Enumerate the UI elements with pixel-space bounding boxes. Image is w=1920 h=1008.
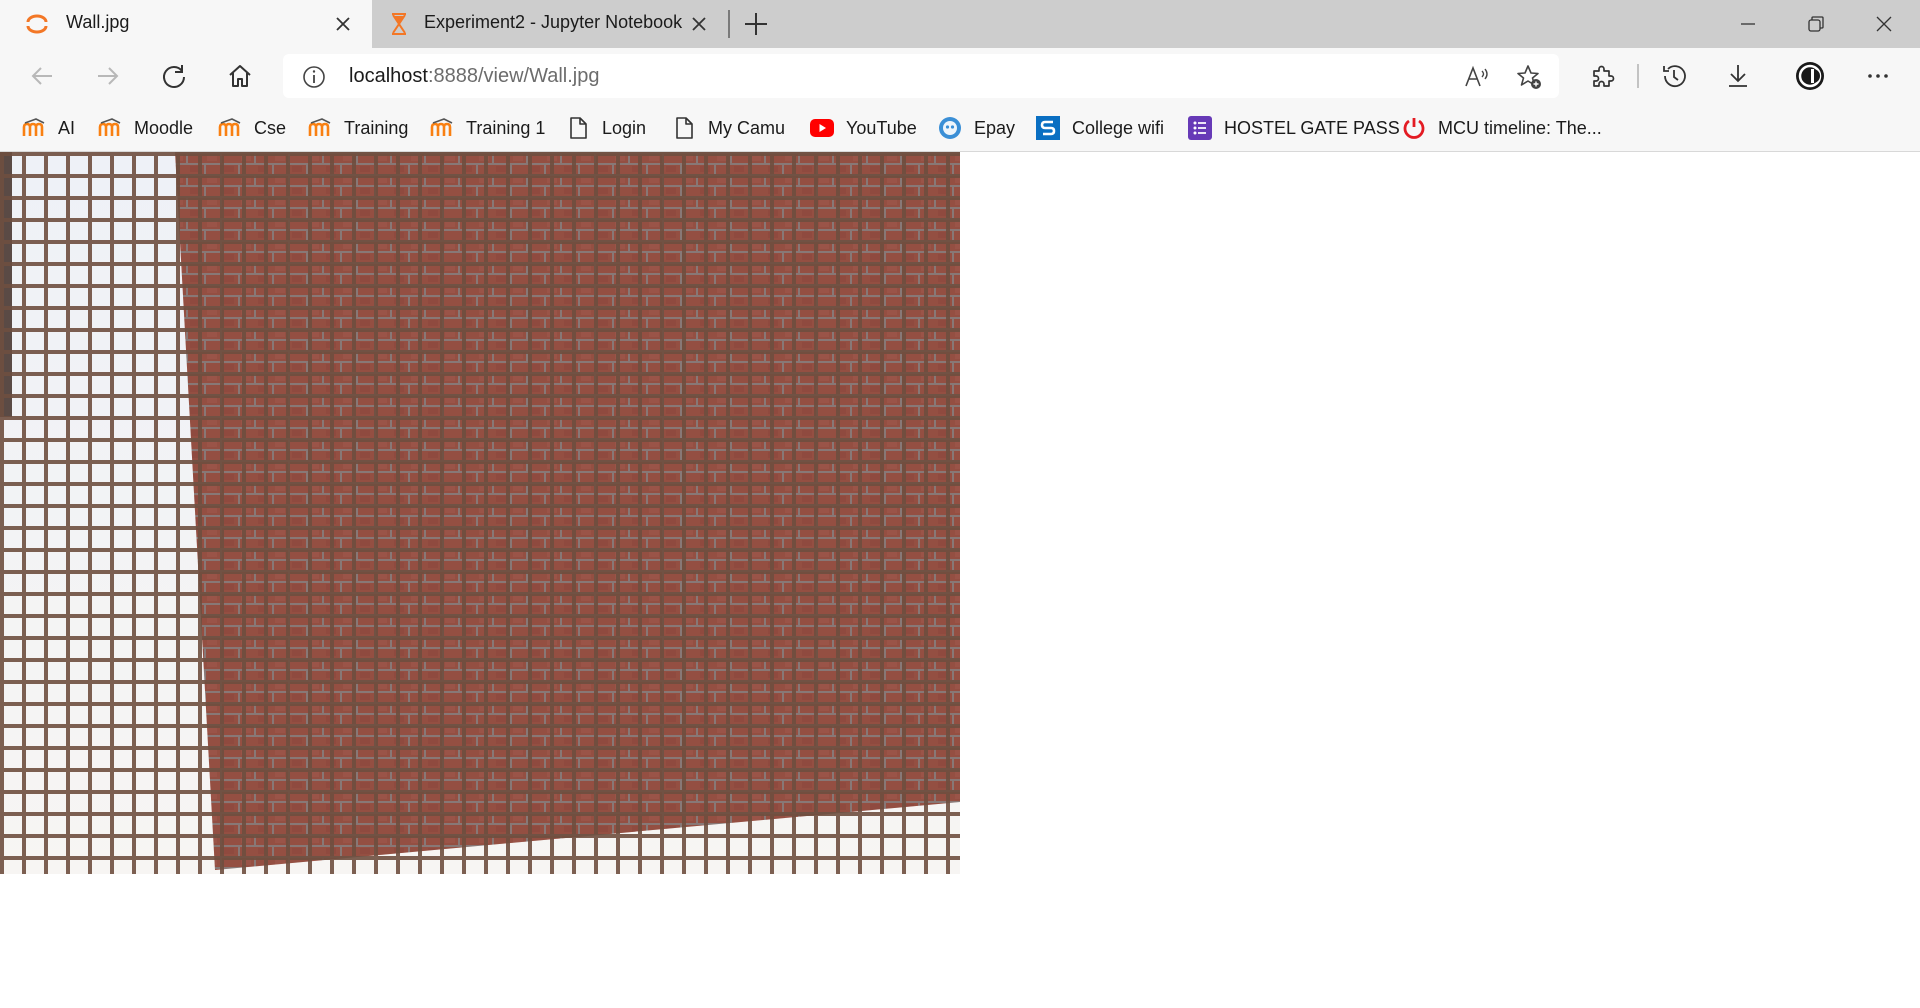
url-text[interactable]: localhost:8888/view/Wall.jpg [349,65,600,88]
bookmark-label: Cse [254,117,287,138]
bookmark-epay[interactable]: Epay [938,114,1015,142]
bookmark-label: College wifi [1072,117,1165,138]
read-aloud-icon[interactable] [1463,63,1491,91]
add-favorite-icon[interactable] [1515,63,1543,91]
navigation-toolbar: localhost:8888/view/Wall.jpg [0,48,1920,104]
bookmark-label: Training [344,117,409,138]
favorites-bar: AI Moodle Cse Training Training 1 Login … [0,104,1920,152]
bookmark-college-wifi[interactable]: College wifi [1036,114,1164,142]
url-host: localhost [349,65,428,87]
page-icon [672,116,696,140]
close-tab-icon[interactable] [332,13,354,35]
info-icon[interactable] [301,64,327,90]
bookmark-label: HOSTEL GATE PASS [1224,117,1400,138]
bookmark-label: MCU timeline: The... [1438,117,1602,138]
bookmark-ai[interactable]: AI [22,114,75,142]
page-icon [566,116,590,140]
refresh-button[interactable] [158,60,190,92]
tab-divider [728,10,730,38]
moodle-icon [430,116,454,140]
home-button[interactable] [224,60,256,92]
bookmark-label: Epay [974,117,1016,138]
extensions-icon[interactable] [1586,60,1618,92]
bookmark-label: Login [602,117,647,138]
moodle-icon [22,116,46,140]
tab-wall-jpg[interactable]: Wall.jpg [0,0,372,48]
moodle-icon [218,116,242,140]
s-logo-icon [1036,116,1060,140]
more-options-icon[interactable] [1862,60,1894,92]
bookmark-label: YouTube [846,117,917,138]
restore-button[interactable] [1782,0,1850,48]
bookmark-cse[interactable]: Cse [218,114,286,142]
bookmark-training[interactable]: Training [308,114,408,142]
address-bar[interactable]: localhost:8888/view/Wall.jpg [283,54,1559,98]
back-button[interactable] [26,60,58,92]
bookmark-label: AI [58,117,76,138]
tab-experiment2[interactable]: Experiment2 - Jupyter Notebook [372,0,728,48]
epay-icon [938,116,962,140]
jupyter-logo-icon [24,12,50,36]
tab-strip: Wall.jpg Experiment2 - Jupyter Notebook [0,0,1920,48]
new-tab-button[interactable] [740,8,772,40]
tab-title: Experiment2 - Jupyter Notebook [424,12,683,32]
hourglass-icon [386,12,412,36]
bookmark-youtube[interactable]: YouTube [810,114,917,142]
bookmark-label: Training 1 [466,117,546,138]
history-icon[interactable] [1658,60,1690,92]
tab-title: Wall.jpg [66,12,130,32]
youtube-icon [810,116,834,140]
bookmark-training-1[interactable]: Training 1 [430,114,545,142]
bookmark-label: Moodle [134,117,194,138]
close-window-button[interactable] [1850,0,1918,48]
power-icon [1402,116,1426,140]
toolbar-divider [1637,64,1639,88]
forms-icon [1188,116,1212,140]
bookmark-label: My Camu [708,117,786,138]
bookmark-mcu-timeline[interactable]: MCU timeline: The... [1402,114,1602,142]
image-viewer [0,152,1920,1008]
bookmark-moodle[interactable]: Moodle [98,114,193,142]
moodle-icon [98,116,122,140]
downloads-icon[interactable] [1722,60,1754,92]
minimize-button[interactable] [1714,0,1782,48]
profile-avatar[interactable] [1794,60,1826,92]
url-path: :8888/view/Wall.jpg [427,65,600,87]
wall-image[interactable] [0,152,960,874]
moodle-icon [308,116,332,140]
bookmark-my-camu[interactable]: My Camu [672,114,785,142]
close-tab-icon[interactable] [688,13,710,35]
forward-button[interactable] [92,60,124,92]
bookmark-login[interactable]: Login [566,114,646,142]
bookmark-hostel-gate-pass[interactable]: HOSTEL GATE PASS [1188,114,1400,142]
